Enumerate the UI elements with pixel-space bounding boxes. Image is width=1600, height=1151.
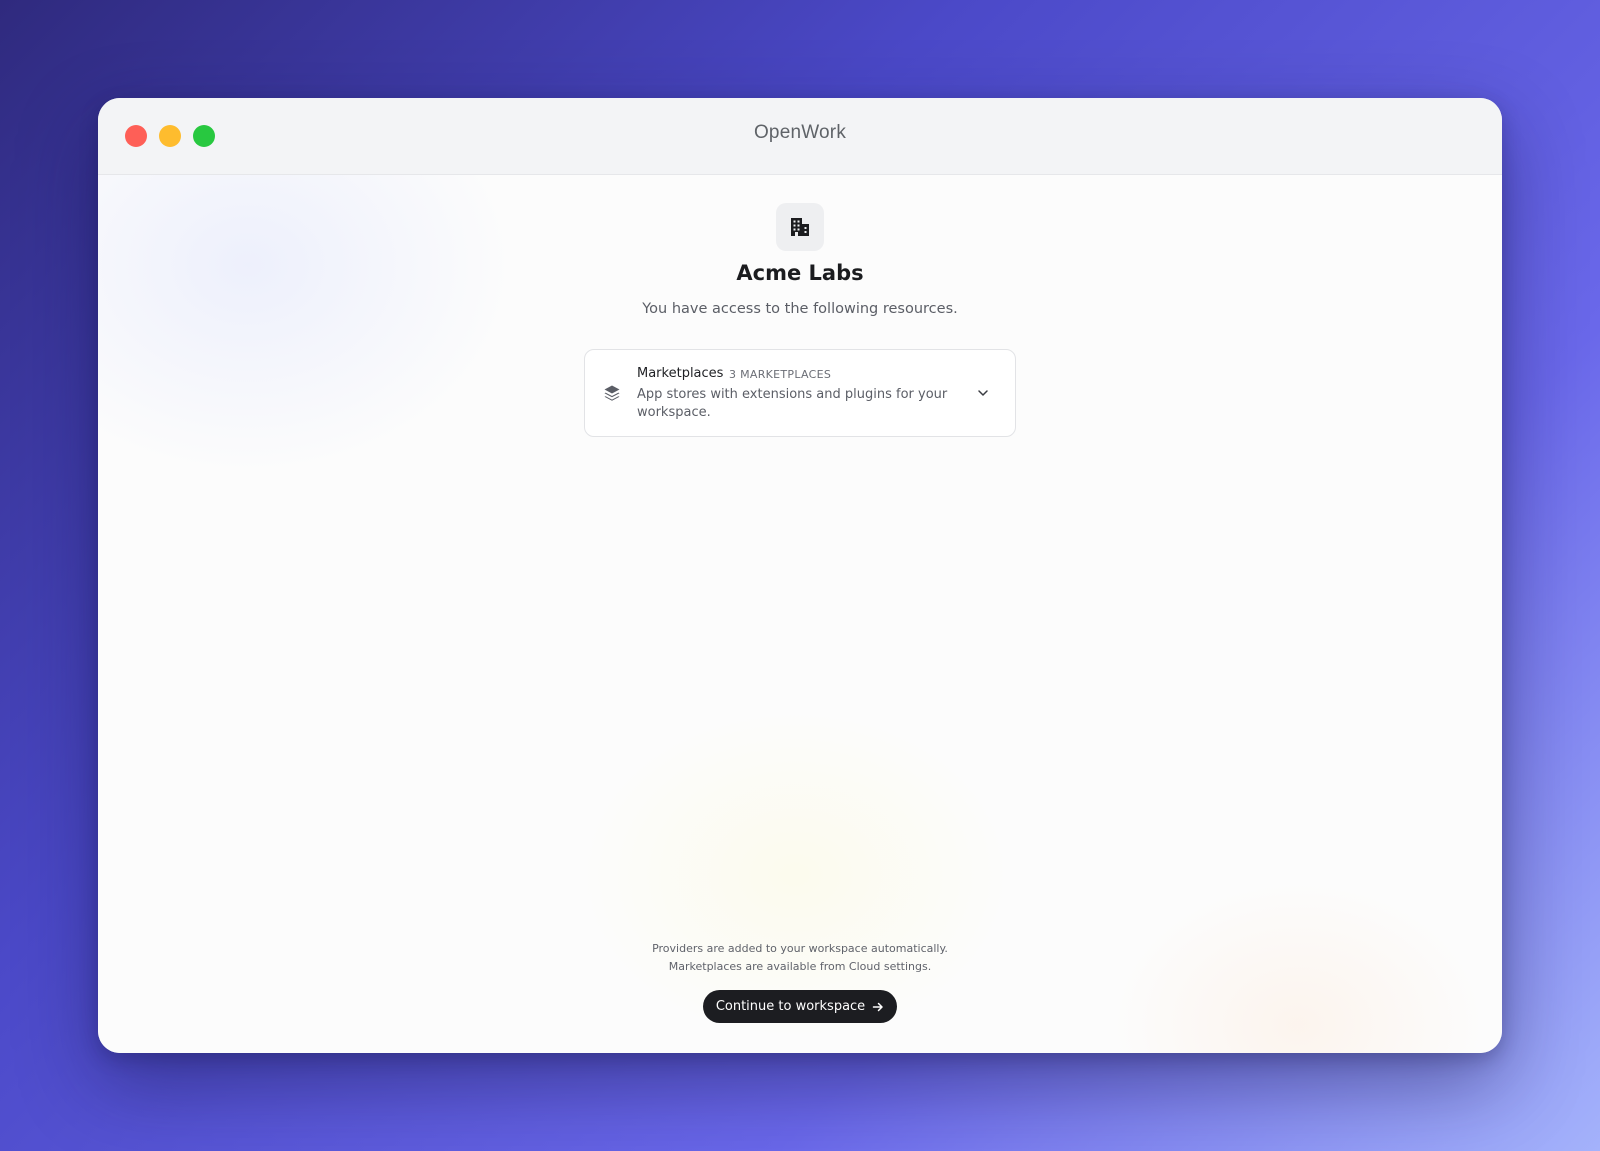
layers-icon (604, 385, 620, 401)
arrow-right-icon (872, 1002, 883, 1011)
app-window: OpenWork Acme Labs You have access to th… (98, 98, 1502, 1053)
footer-note: Providers are added to your workspace au… (98, 940, 1502, 975)
org-avatar (776, 203, 824, 251)
building-icon (791, 218, 809, 236)
main-content: Acme Labs You have access to the followi… (98, 175, 1502, 1053)
continue-to-workspace-button[interactable]: Continue to workspace (703, 990, 897, 1023)
chevron-down-icon[interactable] (976, 386, 990, 400)
resource-count-badge: 3 MARKETPLACES (729, 368, 832, 381)
resource-card-marketplaces[interactable]: Marketplaces 3 MARKETPLACES App stores w… (584, 349, 1016, 437)
resource-description: App stores with extensions and plugins f… (637, 387, 948, 420)
org-name: Acme Labs (736, 261, 864, 285)
footer-note-line: Marketplaces are available from Cloud se… (668, 959, 932, 973)
footer-note-line: Providers are added to your workspace au… (652, 942, 948, 955)
window-title: OpenWork (753, 122, 847, 143)
continue-button-label: Continue to workspace (715, 999, 866, 1014)
org-subtitle: You have access to the following resourc… (642, 301, 958, 317)
resource-title: Marketplaces (637, 366, 724, 381)
title-bar: OpenWork (98, 98, 1502, 175)
